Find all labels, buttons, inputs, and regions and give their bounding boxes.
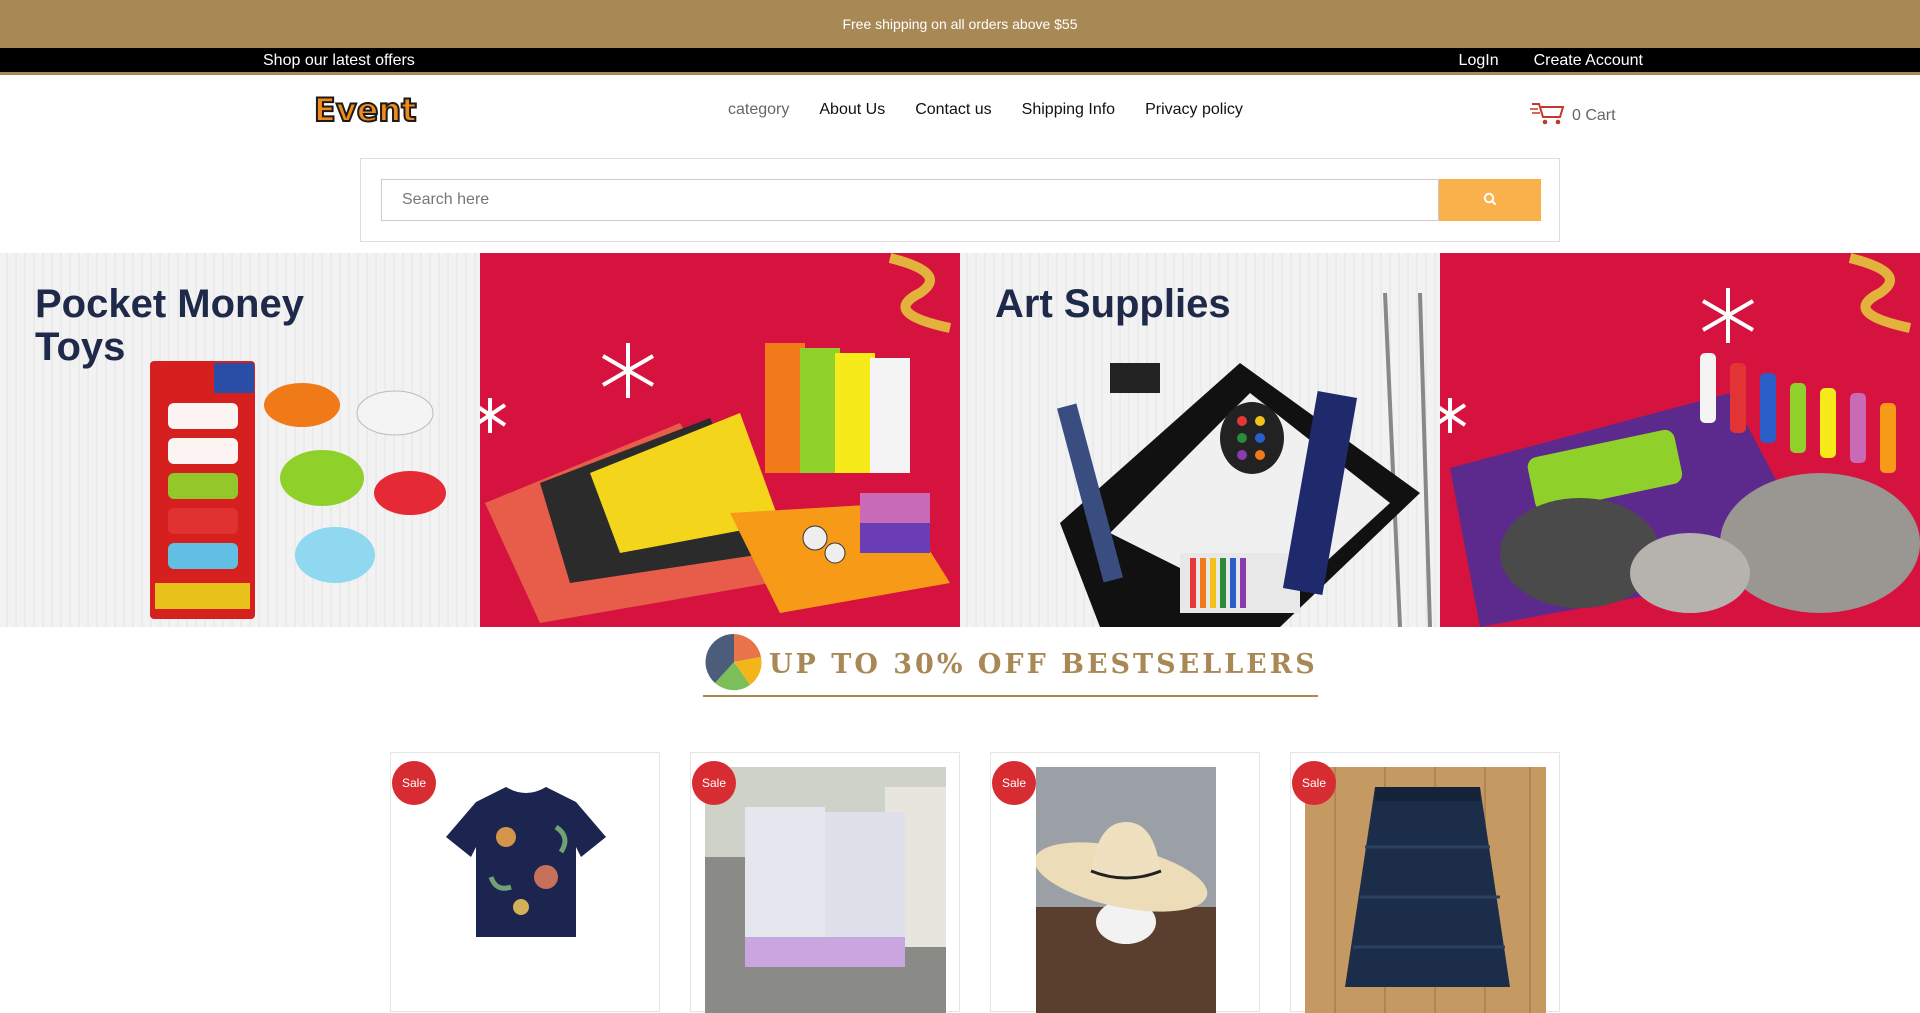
cart-label: 0 Cart — [1572, 106, 1616, 124]
sale-badge: Sale — [992, 761, 1036, 805]
product-image-floral-shirt — [446, 787, 606, 937]
product-grid: Sale Sale Sale Sale — [390, 752, 1560, 1013]
logo-text: Event — [314, 91, 417, 129]
sale-badge: Sale — [692, 761, 736, 805]
toy-cars-illustration — [150, 361, 446, 619]
search-icon — [1483, 192, 1497, 209]
sale-badge: Sale — [1292, 761, 1336, 805]
nav-about-us[interactable]: About Us — [819, 101, 885, 119]
search-box — [360, 158, 1560, 242]
craft-supplies-illustration — [480, 253, 952, 623]
banner-pocket-money-toys[interactable]: Pocket Money Toys — [0, 253, 960, 627]
sale-badge: Sale — [392, 761, 436, 805]
bestsellers-heading: UP TO 30% OFF BESTSELLERS — [703, 631, 1318, 698]
account-links: LogIn Create Account — [1459, 52, 1643, 70]
nav-category[interactable]: category — [728, 101, 789, 119]
product-card[interactable]: Sale — [990, 752, 1260, 1013]
cart-icon — [1530, 100, 1566, 131]
product-card[interactable]: Sale — [1290, 752, 1560, 1013]
nav-shipping-info[interactable]: Shipping Info — [1022, 101, 1115, 119]
nav-contact-us[interactable]: Contact us — [915, 101, 991, 119]
promo-text: Free shipping on all orders above $55 — [842, 16, 1078, 32]
product-card[interactable]: Sale — [390, 752, 660, 1012]
art-kit-illustration — [1057, 292, 1432, 627]
section-title: UP TO 30% OFF BESTSELLERS — [769, 648, 1318, 680]
pie-chart-icon — [703, 631, 765, 698]
snowflake-icon — [601, 343, 655, 398]
banner-art-left: Art Supplies — [960, 253, 1440, 627]
main-nav: category About Us Contact us Shipping In… — [728, 101, 1243, 119]
latest-offers-link[interactable]: Shop our latest offers — [263, 52, 415, 70]
search-button[interactable] — [1439, 179, 1541, 221]
product-image-cowboy-hat — [1036, 767, 1216, 1013]
create-account-link[interactable]: Create Account — [1534, 52, 1643, 70]
banner-art-supplies[interactable]: Art Supplies — [960, 253, 1920, 627]
top-bar: Shop our latest offers LogIn Create Acco… — [0, 48, 1920, 75]
category-banners: Pocket Money Toys Art Supplies — [0, 253, 1920, 627]
section-underline — [703, 695, 1318, 697]
product-image-navy-skirt — [1305, 767, 1546, 1013]
banner-art-right — [1440, 253, 1920, 627]
site-header: Event category About Us Contact us Shipp… — [0, 75, 1920, 150]
product-card[interactable]: Sale — [690, 752, 960, 1013]
dinosaur-kit-illustration — [1440, 253, 1920, 627]
search-input[interactable] — [381, 179, 1439, 221]
cart-button[interactable]: 0 Cart — [1530, 100, 1616, 131]
product-image-mattresses — [705, 767, 946, 1013]
banner-toys-right — [480, 253, 960, 627]
login-link[interactable]: LogIn — [1459, 52, 1499, 70]
banner-toys-left: Pocket Money Toys — [0, 253, 480, 627]
site-logo[interactable]: Event — [312, 87, 422, 139]
nav-privacy-policy[interactable]: Privacy policy — [1145, 101, 1243, 119]
promo-bar: Free shipping on all orders above $55 — [0, 0, 1920, 48]
